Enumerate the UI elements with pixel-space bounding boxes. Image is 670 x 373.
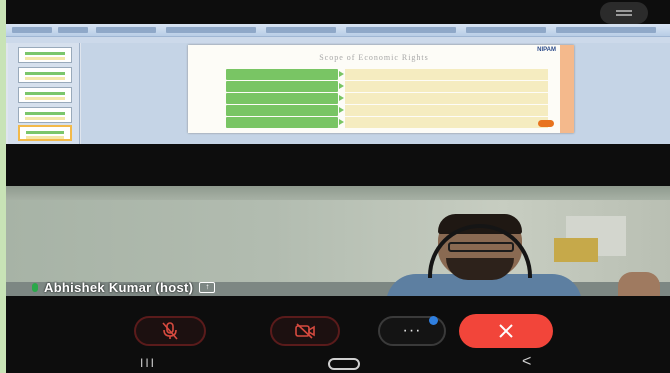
slide-thumbnail <box>18 67 72 83</box>
mic-off-icon <box>162 322 178 340</box>
slide-thumbnail <box>18 107 72 123</box>
slide: NIPAM Scope of Economic Rights <box>188 45 574 133</box>
slide-row <box>226 93 548 104</box>
slide-thumbnail-selected <box>18 125 72 141</box>
slide-border <box>560 45 574 133</box>
slide-row-text <box>345 105 548 116</box>
slide-row <box>226 117 548 128</box>
slide-row-label <box>226 81 338 92</box>
shared-screen[interactable]: NIPAM Scope of Economic Rights <box>6 24 670 144</box>
notification-dot <box>429 316 438 325</box>
end-call-button[interactable] <box>459 314 553 348</box>
slide-row-text <box>345 93 548 104</box>
call-controls: ··· <box>6 296 670 356</box>
slide-thumbnails <box>8 43 80 144</box>
slide-thumbnail <box>18 47 72 63</box>
slide-row-label <box>226 69 338 80</box>
video-button[interactable] <box>270 316 340 346</box>
slide-thumbnail <box>18 87 72 103</box>
participant-name: Abhishek Kumar (host) <box>44 279 194 295</box>
video-off-icon <box>295 323 315 339</box>
participant-person <box>386 214 660 296</box>
slide-title: Scope of Economic Rights <box>319 53 429 62</box>
back-button[interactable]: < <box>522 353 531 371</box>
more-options-button[interactable]: ··· <box>378 316 446 346</box>
slide-row-text <box>345 117 548 128</box>
top-bar <box>6 0 670 26</box>
participant-name-tag: Abhishek Kumar (host) ↑ <box>32 279 216 295</box>
mic-on-icon <box>32 282 38 292</box>
slide-page-badge <box>538 120 554 127</box>
slide-row-label <box>226 105 338 116</box>
more-label: ··· <box>402 322 422 339</box>
home-button[interactable] <box>328 358 360 370</box>
meeting-screen: NIPAM Scope of Economic Rights Abhishek … <box>6 0 670 373</box>
slide-row <box>226 69 548 80</box>
slide-row <box>226 105 548 116</box>
slide-row-text <box>345 69 548 80</box>
menu-button[interactable] <box>600 2 648 24</box>
slide-row-label <box>226 93 338 104</box>
close-icon <box>499 324 513 338</box>
presentation-ribbon <box>6 24 670 37</box>
android-nav-bar: III < <box>6 350 670 373</box>
slide-canvas: NIPAM Scope of Economic Rights <box>81 43 670 144</box>
slide-row-label <box>226 117 338 128</box>
recents-button[interactable]: III <box>140 356 156 370</box>
share-screen-icon: ↑ <box>199 281 216 293</box>
slide-row-text <box>345 81 548 92</box>
menu-icon <box>616 9 632 17</box>
mute-button[interactable] <box>134 316 206 346</box>
slide-row <box>226 81 548 92</box>
